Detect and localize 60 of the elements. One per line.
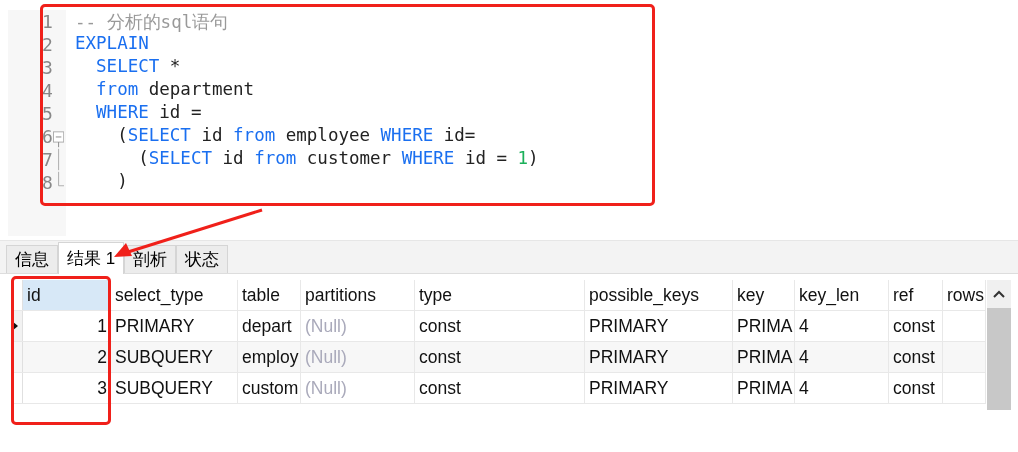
line-number: 7 [42, 149, 53, 170]
code-line: EXPLAIN [75, 33, 150, 55]
table-cell: PRIMARY [111, 311, 238, 341]
tab[interactable]: 结果 1 [58, 242, 125, 274]
column-header[interactable]: key [733, 280, 795, 310]
table-cell: (Null) [301, 311, 415, 341]
line-number: 2 [42, 34, 53, 55]
column-header[interactable]: partitions [301, 280, 415, 310]
tab[interactable]: 剖析 [124, 245, 177, 273]
line-number: 3 [42, 57, 53, 78]
column-header[interactable]: select_type [111, 280, 238, 310]
code-line: WHERE id = [95, 102, 203, 124]
table-cell: (Null) [301, 373, 415, 403]
table-cell: custom [238, 373, 301, 403]
tab[interactable]: 信息 [6, 245, 58, 273]
table-cell: SUBQUERY [111, 373, 238, 403]
table-cell: 4 [795, 342, 889, 372]
code-line: from department [95, 79, 256, 101]
table-cell: PRIMA [733, 373, 795, 403]
current-row-icon [12, 321, 18, 331]
table-cell: SUBQUERY [111, 342, 238, 372]
table-cell: 2 [23, 342, 111, 372]
table-cell: PRIMA [733, 311, 795, 341]
table-cell: PRIMA [733, 342, 795, 372]
code-line: -- 分析的sql语句 [75, 11, 230, 33]
table-cell: PRIMARY [585, 311, 733, 341]
scroll-up-icon[interactable] [993, 290, 1005, 298]
table-cell: PRIMARY [585, 342, 733, 372]
table-cell: 4 [795, 373, 889, 403]
table-cell: const [889, 373, 943, 403]
table-cell: const [415, 311, 585, 341]
column-header[interactable]: rows [943, 280, 986, 310]
column-header[interactable]: ref [889, 280, 943, 310]
table-cell: const [415, 373, 585, 403]
tab[interactable]: 状态 [176, 245, 229, 273]
table-cell: const [415, 342, 585, 372]
code-line: SELECT * [95, 56, 182, 78]
table-cell: (Null) [301, 342, 415, 372]
code-line: (SELECT id from employee WHERE id= [116, 125, 477, 147]
column-header[interactable]: table [238, 280, 301, 310]
column-header[interactable]: key_len [795, 280, 889, 310]
code-line: (SELECT id from customer WHERE id = 1) [137, 148, 540, 170]
table-cell: 1 [23, 311, 111, 341]
line-number: 6 [42, 126, 53, 147]
table-cell: const [889, 311, 943, 341]
line-number: 1 [42, 11, 53, 32]
table-cell: 3 [23, 373, 111, 403]
table-cell: employ [238, 342, 301, 372]
table-cell: depart [238, 311, 301, 341]
column-header[interactable]: type [415, 280, 585, 310]
line-number: 5 [42, 103, 53, 124]
column-header[interactable]: possible_keys [585, 280, 733, 310]
code-line: ) [116, 171, 129, 193]
column-header[interactable]: id [23, 280, 111, 310]
scrollbar[interactable] [987, 280, 1011, 410]
line-number: 4 [42, 80, 53, 101]
table-cell: PRIMARY [585, 373, 733, 403]
line-number: 8 [42, 172, 53, 193]
table-cell: const [889, 342, 943, 372]
table-cell: 4 [795, 311, 889, 341]
